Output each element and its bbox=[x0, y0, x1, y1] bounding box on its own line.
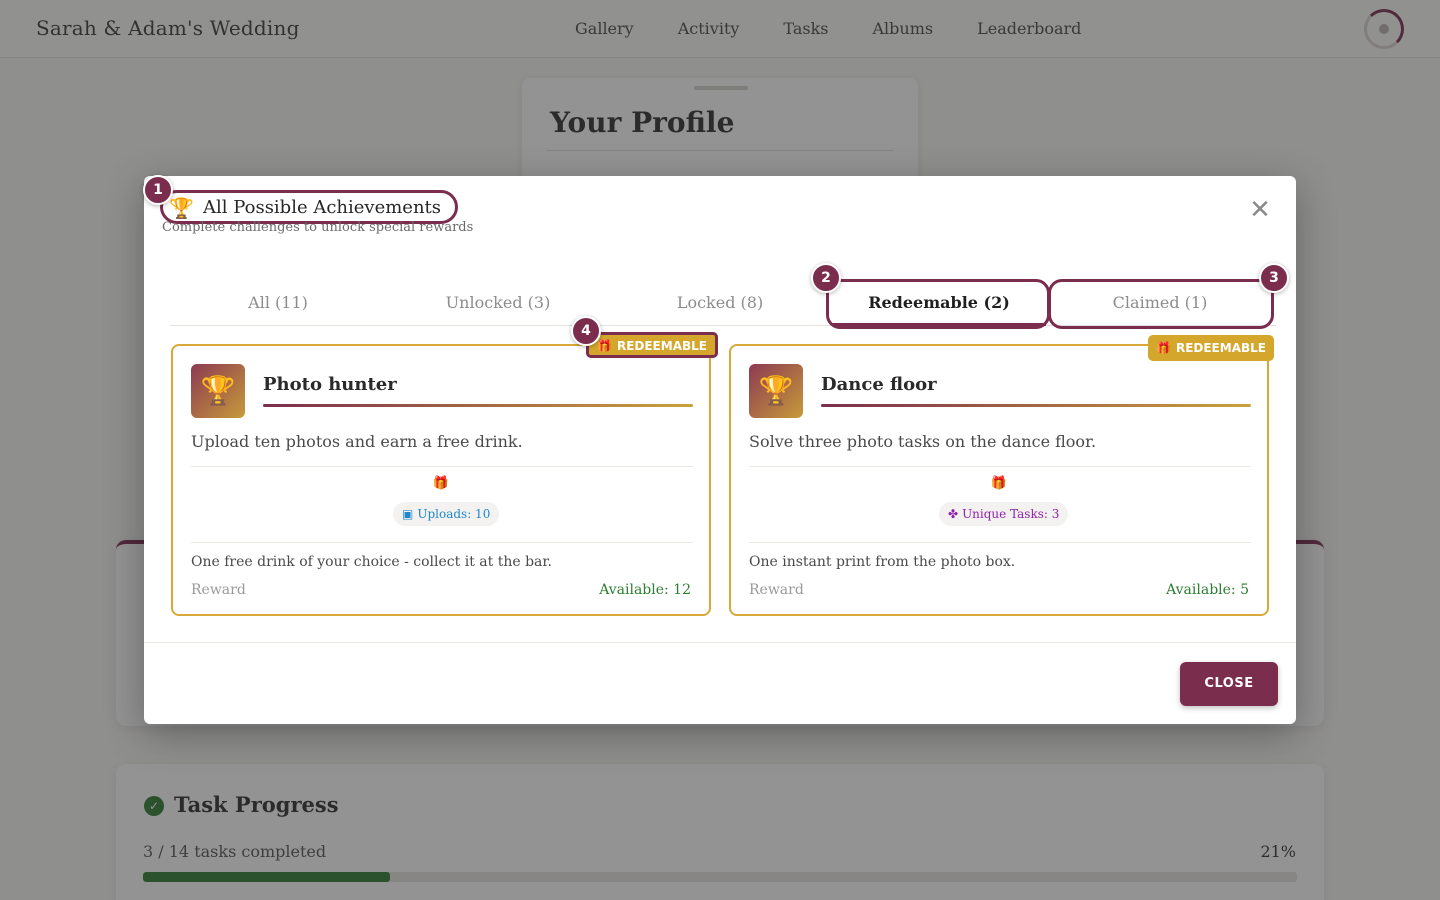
badge-label: REDEEMABLE bbox=[1175, 341, 1266, 355]
achievement-name: Dance floor bbox=[821, 374, 937, 395]
gift-icon: 🎁 bbox=[432, 476, 450, 491]
modal-subtitle: Complete challenges to unlock special re… bbox=[162, 220, 474, 235]
reward-text: One free drink of your choice - collect … bbox=[191, 554, 552, 570]
name-underline bbox=[263, 404, 693, 407]
divider bbox=[191, 466, 693, 467]
gift-icon: 🎁 bbox=[597, 339, 612, 353]
callout-badge-2: 2 bbox=[811, 263, 841, 293]
divider bbox=[749, 466, 1251, 467]
achievement-name: Photo hunter bbox=[263, 374, 397, 395]
close-button[interactable]: CLOSE bbox=[1180, 662, 1278, 706]
redeemable-badge: 🎁 REDEEMABLE bbox=[1148, 335, 1274, 361]
gift-icon: 🎁 bbox=[990, 476, 1008, 491]
modal-title-highlight: 🏆 All Possible Achievements bbox=[160, 190, 458, 224]
requirement-chip: ▣ Uploads: 10 bbox=[393, 502, 500, 526]
tab-all[interactable]: All (11) bbox=[170, 280, 386, 326]
trophy-icon: 🏆 bbox=[169, 196, 194, 220]
highlight-claimed-tab bbox=[1048, 279, 1274, 329]
image-icon: ▣ bbox=[402, 507, 414, 521]
redeemable-badge: 🎁 REDEEMABLE bbox=[586, 332, 718, 358]
footer-divider bbox=[144, 642, 1296, 643]
tab-locked[interactable]: Locked (8) bbox=[610, 280, 830, 326]
requirement-label: Unique Tasks: 3 bbox=[962, 507, 1060, 521]
requirement-chip: ✤ Unique Tasks: 3 bbox=[939, 502, 1069, 526]
divider bbox=[191, 542, 693, 543]
trophy-icon: 🏆 bbox=[749, 364, 803, 418]
callout-badge-1: 1 bbox=[143, 175, 173, 205]
modal-title: All Possible Achievements bbox=[203, 197, 442, 218]
achievement-description: Upload ten photos and earn a free drink. bbox=[191, 432, 523, 451]
achievement-card[interactable]: 🏆 Dance floor Solve three photo tasks on… bbox=[729, 344, 1269, 616]
badge-label: REDEEMABLE bbox=[616, 339, 707, 353]
available-count: Available: 5 bbox=[1166, 582, 1249, 598]
callout-badge-4: 4 bbox=[571, 316, 601, 346]
available-count: Available: 12 bbox=[599, 582, 691, 598]
divider bbox=[749, 542, 1251, 543]
puzzle-icon: ✤ bbox=[948, 507, 959, 521]
gift-icon: 🎁 bbox=[1156, 341, 1171, 355]
trophy-icon: 🏆 bbox=[191, 364, 245, 418]
callout-badge-3: 3 bbox=[1259, 263, 1289, 293]
reward-label: Reward bbox=[749, 582, 804, 598]
achievement-card[interactable]: 🏆 Photo hunter Upload ten photos and ear… bbox=[171, 344, 711, 616]
achievement-description: Solve three photo tasks on the dance flo… bbox=[749, 432, 1097, 451]
requirement-label: Uploads: 10 bbox=[417, 507, 491, 521]
close-icon[interactable]: ✕ bbox=[1248, 197, 1272, 223]
name-underline bbox=[821, 404, 1251, 407]
highlight-redeemable-tab bbox=[826, 279, 1050, 329]
reward-text: One instant print from the photo box. bbox=[749, 554, 1016, 570]
tab-unlocked[interactable]: Unlocked (3) bbox=[390, 280, 606, 326]
reward-label: Reward bbox=[191, 582, 246, 598]
achievements-modal: 🏆 All Possible Achievements Complete cha… bbox=[143, 175, 1296, 724]
